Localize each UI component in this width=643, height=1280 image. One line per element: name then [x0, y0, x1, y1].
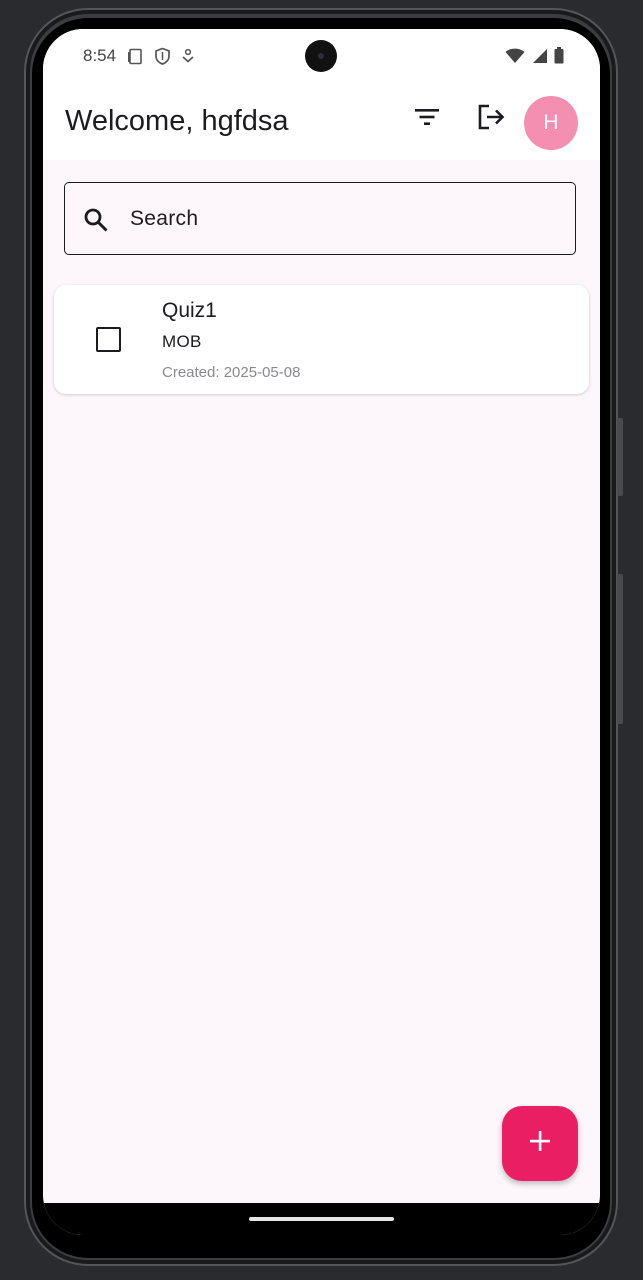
filter-icon [413, 105, 441, 134]
filter-button[interactable] [403, 95, 451, 143]
status-icons-right [505, 47, 564, 69]
shield-icon [154, 47, 171, 70]
home-indicator[interactable] [249, 1217, 394, 1221]
wifi-icon [505, 48, 525, 69]
front-camera [305, 40, 337, 72]
avatar[interactable]: H [524, 96, 578, 150]
search-placeholder: Search [130, 207, 199, 230]
download-icon [181, 48, 195, 69]
status-bar: 8:54 [43, 29, 600, 85]
screen: 8:54 Welcome, hgfdsa H Search Quiz1 MOB … [43, 29, 600, 1235]
add-quiz-button[interactable] [502, 1106, 578, 1181]
search-icon [82, 206, 110, 239]
quiz-checkbox[interactable] [96, 327, 121, 352]
search-input[interactable]: Search [64, 182, 576, 255]
logout-button[interactable] [467, 95, 515, 143]
app-bar: Welcome, hgfdsa H [43, 85, 600, 160]
quiz-created-date: Created: 2025-05-08 [162, 364, 301, 381]
navigation-bar [43, 1203, 600, 1235]
sim-card-icon [127, 48, 144, 70]
avatar-initial: H [543, 111, 559, 134]
power-button [617, 574, 623, 724]
list-item[interactable]: Quiz1 MOB Created: 2025-05-08 [54, 285, 589, 394]
signal-icon [531, 48, 548, 69]
battery-icon [554, 47, 564, 69]
volume-button [617, 418, 623, 496]
quiz-title: Quiz1 [162, 299, 217, 322]
logout-icon [476, 103, 506, 136]
page-title: Welcome, hgfdsa [65, 105, 289, 137]
quiz-subject: MOB [162, 332, 202, 351]
status-icons-left [127, 47, 195, 70]
status-time: 8:54 [83, 46, 117, 65]
plus-icon [528, 1129, 552, 1158]
